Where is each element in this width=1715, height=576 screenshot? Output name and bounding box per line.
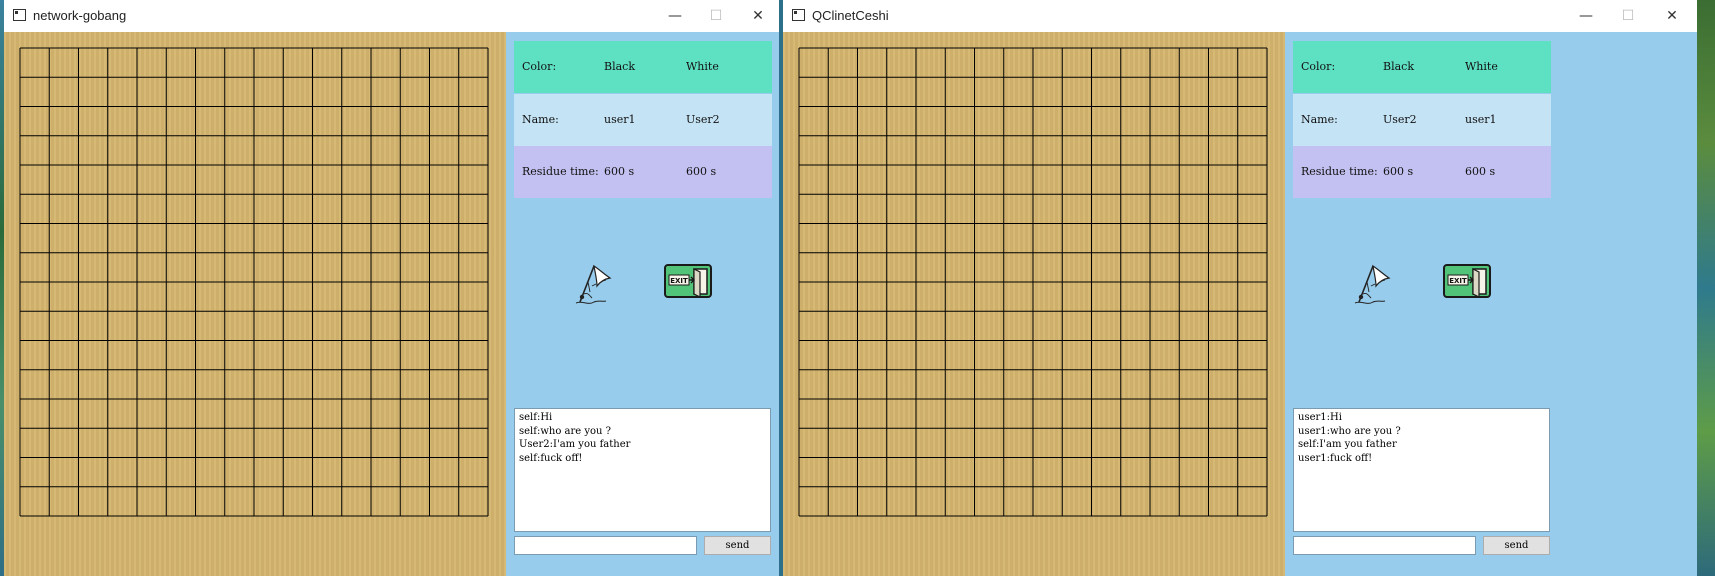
time-row: Residue time: 600 s 600 s [514, 146, 772, 198]
white-player-name: user1 [1465, 113, 1497, 126]
chat-message: user1:Hi [1298, 412, 1342, 423]
board-area [4, 32, 506, 576]
black-player-name: User2 [1383, 113, 1417, 126]
color-row: Color: Black White [1293, 41, 1551, 93]
color-row: Color: Black White [514, 41, 772, 93]
color-label: Color: [522, 60, 557, 73]
white-player-name: User2 [686, 113, 720, 126]
exit-sign-icon[interactable]: EXIT [1443, 264, 1491, 298]
black-player-name: user1 [604, 113, 636, 126]
board-grid [798, 47, 1268, 517]
chat-input[interactable] [514, 536, 697, 555]
white-label: White [1465, 60, 1498, 73]
name-label: Name: [1301, 113, 1338, 126]
black-time: 600 s [1383, 165, 1414, 178]
white-label: White [686, 60, 719, 73]
white-time: 600 s [1465, 165, 1496, 178]
exit-icon-text: EXIT [670, 277, 688, 285]
board-area [783, 32, 1285, 576]
side-panel: Color: Black White Name: User2 user1 Res… [1285, 32, 1697, 576]
chat-history[interactable]: user1:Hi user1:who are you ? self:I'am y… [1293, 408, 1550, 532]
chat-input[interactable] [1293, 536, 1476, 555]
maximize-button[interactable]: ☐ [1605, 0, 1651, 32]
gobang-window-1: network-gobang — ☐ ✕ Color: Black White … [4, 0, 779, 576]
desktop-background-right [1697, 0, 1715, 576]
gobang-board[interactable] [19, 47, 489, 517]
minimize-button[interactable]: — [1563, 0, 1609, 32]
chat-history[interactable]: self:Hi self:who are you ? User2:I'am yo… [514, 408, 771, 532]
send-button[interactable]: send [704, 536, 771, 555]
color-label: Color: [1301, 60, 1336, 73]
name-row: Name: User2 user1 [1293, 94, 1551, 146]
exit-sign-icon[interactable]: EXIT [664, 264, 712, 298]
chat-message: self:Hi [519, 412, 553, 423]
chat-message: user1:who are you ? [1298, 425, 1401, 437]
window-title: QClinetCeshi [812, 8, 889, 23]
time-label: Residue time: [522, 165, 599, 178]
chat-message: self:who are you ? [519, 425, 612, 437]
surrender-flag-icon[interactable] [1349, 256, 1397, 312]
close-button[interactable]: ✕ [1649, 0, 1695, 32]
name-row: Name: user1 User2 [514, 94, 772, 146]
close-button[interactable]: ✕ [735, 0, 779, 32]
chat-message: User2:I'am you father [519, 439, 631, 450]
black-time: 600 s [604, 165, 635, 178]
time-label: Residue time: [1301, 165, 1378, 178]
chat-message: user1:fuck off! [1298, 452, 1373, 464]
exit-icon-text: EXIT [1449, 277, 1467, 285]
time-row: Residue time: 600 s 600 s [1293, 146, 1551, 198]
gobang-window-2: QClinetCeshi — ☐ ✕ Color: Black White Na… [783, 0, 1697, 576]
minimize-button[interactable]: — [652, 0, 698, 32]
window-title: network-gobang [33, 8, 127, 23]
title-bar[interactable]: network-gobang — ☐ ✕ [4, 0, 779, 32]
send-button[interactable]: send [1483, 536, 1550, 555]
gobang-board[interactable] [798, 47, 1268, 517]
chat-message: self:fuck off! [519, 452, 583, 464]
black-label: Black [1383, 60, 1414, 73]
name-label: Name: [522, 113, 559, 126]
app-window-icon [13, 9, 26, 21]
app-window-icon [792, 9, 805, 21]
chat-message: self:I'am you father [1298, 439, 1397, 450]
white-time: 600 s [686, 165, 717, 178]
black-label: Black [604, 60, 635, 73]
surrender-flag-icon[interactable] [570, 256, 618, 312]
board-grid [19, 47, 489, 517]
maximize-button[interactable]: ☐ [693, 0, 739, 32]
side-panel: Color: Black White Name: user1 User2 Res… [506, 32, 779, 576]
title-bar[interactable]: QClinetCeshi — ☐ ✕ [783, 0, 1697, 32]
